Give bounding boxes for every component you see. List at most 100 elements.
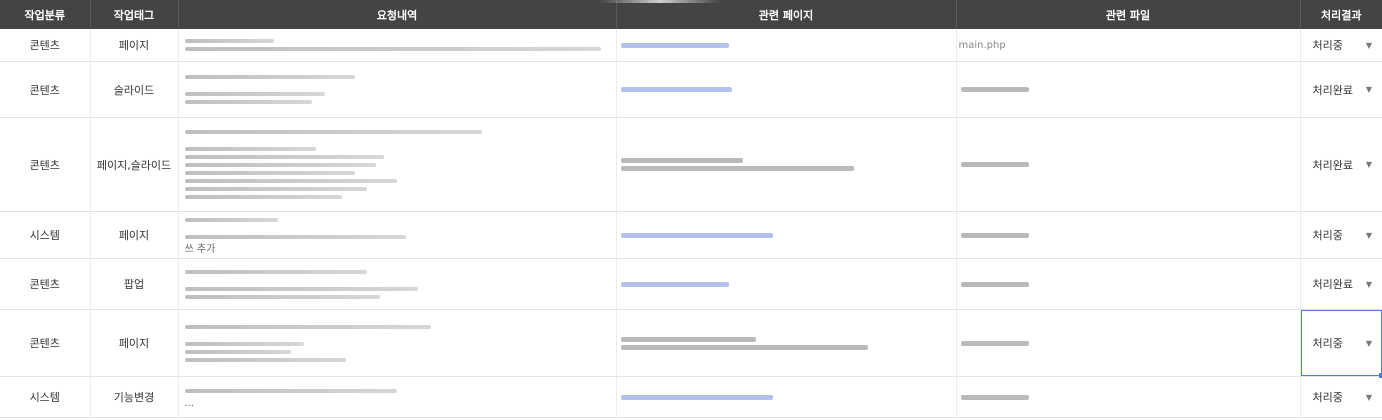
blurred-text-line xyxy=(184,130,482,134)
result-value: 처리중 xyxy=(1312,39,1343,52)
cell-category: 시스템 xyxy=(0,211,91,259)
cell-result[interactable]: 처리중 ▼ xyxy=(1300,309,1382,378)
chevron-down-icon[interactable]: ▼ xyxy=(1366,41,1372,50)
cell-page[interactable] xyxy=(616,29,957,62)
file-name[interactable]: main.php xyxy=(957,40,1300,51)
cell-page[interactable] xyxy=(616,61,957,118)
blurred-text-line xyxy=(184,187,368,191)
blurred-text-line xyxy=(184,195,342,199)
page-link[interactable] xyxy=(620,394,774,400)
table-row[interactable]: 시스템 기능변경... 처리중 ▼ xyxy=(0,376,1382,418)
cell-result[interactable]: 처리중 ▼ xyxy=(1300,211,1382,259)
task-table-view: 작업분류 작업태그 요청내역 관련 페이지 관련 파일 처리결과 콘텐츠 페이지 m… xyxy=(0,0,1382,420)
header-result[interactable]: 처리결과 xyxy=(1300,0,1382,29)
cell-tag: 팝업 xyxy=(90,258,179,310)
cell-page[interactable] xyxy=(616,258,957,310)
table-row[interactable]: 콘텐츠 페이지 main.php 처리중 ▼ xyxy=(0,29,1382,62)
cell-page[interactable] xyxy=(616,117,957,212)
request-text: 쓰 추가 xyxy=(184,244,216,255)
cell-page[interactable] xyxy=(616,376,957,418)
cell-file[interactable] xyxy=(956,309,1301,377)
page-link[interactable] xyxy=(620,344,868,350)
blurred-text-line xyxy=(184,171,355,175)
cell-tag: 기능변경 xyxy=(90,376,179,418)
header-page[interactable]: 관련 페이지 xyxy=(616,0,957,29)
blurred-text-line xyxy=(184,235,406,239)
result-value: 처리완료 xyxy=(1312,158,1353,172)
cell-result[interactable]: 처리완료 ▼ xyxy=(1300,258,1382,310)
page-link[interactable] xyxy=(620,281,729,287)
result-dropdown[interactable]: 처리완료 ▼ xyxy=(1301,118,1382,211)
cell-request: ... xyxy=(178,376,617,418)
cell-tag: 페이지 xyxy=(90,211,179,259)
blurred-text-line xyxy=(184,269,368,274)
cell-category: 콘텐츠 xyxy=(0,258,91,310)
cell-file[interactable] xyxy=(956,376,1301,418)
blurred-text-line xyxy=(184,341,304,346)
page-link[interactable] xyxy=(620,42,729,48)
page-link[interactable] xyxy=(620,336,757,342)
table-row[interactable]: 콘텐츠 팝업 처리완료 ▼ xyxy=(0,258,1382,310)
page-link[interactable] xyxy=(620,232,774,238)
blurred-text-line xyxy=(184,163,376,167)
page-link[interactable] xyxy=(620,166,855,171)
table-row[interactable]: 콘텐츠 슬라이드 처리완료 ▼ xyxy=(0,61,1382,118)
cell-result[interactable]: 처리완료 ▼ xyxy=(1300,117,1382,212)
blurred-text-line xyxy=(184,147,317,151)
task-table: 작업분류 작업태그 요청내역 관련 페이지 관련 파일 처리결과 콘텐츠 페이지 m… xyxy=(0,0,1382,418)
result-value: 처리완료 xyxy=(1312,83,1353,97)
cell-file[interactable] xyxy=(956,61,1301,118)
chevron-down-icon[interactable]: ▼ xyxy=(1366,160,1372,169)
result-dropdown[interactable]: 처리중 ▼ xyxy=(1300,310,1382,378)
file-name[interactable] xyxy=(960,162,1030,167)
cell-request xyxy=(178,309,617,377)
result-dropdown[interactable]: 처리완료 ▼ xyxy=(1301,62,1382,117)
file-name[interactable] xyxy=(960,281,1030,287)
blurred-text-line xyxy=(184,294,380,299)
cell-request: 쓰 추가 xyxy=(178,211,617,259)
cell-page[interactable] xyxy=(616,211,957,259)
file-name[interactable] xyxy=(960,232,1030,238)
header-category[interactable]: 작업분류 xyxy=(0,0,91,29)
header-file[interactable]: 관련 파일 xyxy=(956,0,1301,29)
header-tag[interactable]: 작업태그 xyxy=(90,0,179,29)
blurred-text-line xyxy=(184,75,355,79)
result-value: 처리중 xyxy=(1312,391,1343,404)
page-link[interactable] xyxy=(620,158,743,163)
file-name[interactable] xyxy=(960,340,1030,346)
page-link[interactable] xyxy=(620,87,733,92)
cell-result[interactable]: 처리완료 ▼ xyxy=(1300,61,1382,118)
cell-page[interactable] xyxy=(616,309,957,377)
table-row[interactable]: 콘텐츠 페이지 처리중 ▼ xyxy=(0,309,1382,378)
cell-request xyxy=(178,258,617,310)
chevron-down-icon[interactable]: ▼ xyxy=(1366,85,1372,94)
cell-file[interactable] xyxy=(956,117,1301,212)
chevron-down-icon[interactable]: ▼ xyxy=(1366,280,1372,289)
cell-category: 시스템 xyxy=(0,376,91,418)
cell-request xyxy=(178,61,617,118)
result-dropdown[interactable]: 처리중 ▼ xyxy=(1301,29,1382,61)
file-name[interactable] xyxy=(960,87,1030,92)
cell-result[interactable]: 처리중 ▼ xyxy=(1300,29,1382,62)
table-body: 콘텐츠 페이지 main.php 처리중 ▼ 콘텐츠 슬라이드 처리완료 ▼ 콘텐츠 페이지,슬라이… xyxy=(0,29,1382,418)
table-row[interactable]: 콘텐츠 페이지,슬라이드 처리완료 ▼ xyxy=(0,117,1382,212)
cell-file[interactable] xyxy=(956,258,1301,310)
chevron-down-icon[interactable]: ▼ xyxy=(1366,393,1372,402)
chevron-down-icon[interactable]: ▼ xyxy=(1366,231,1372,240)
cell-category: 콘텐츠 xyxy=(0,61,91,118)
table-header-row: 작업분류 작업태그 요청내역 관련 페이지 관련 파일 처리결과 xyxy=(0,0,1382,29)
cell-file[interactable]: main.php xyxy=(956,29,1301,62)
blurred-text-line xyxy=(184,349,291,354)
result-value: 처리완료 xyxy=(1312,278,1353,291)
table-row[interactable]: 시스템 페이지쓰 추가 처리중 ▼ xyxy=(0,211,1382,259)
chevron-down-icon[interactable]: ▼ xyxy=(1366,339,1372,348)
file-name[interactable] xyxy=(960,394,1030,400)
cell-result[interactable]: 처리중 ▼ xyxy=(1300,376,1382,418)
result-dropdown[interactable]: 처리중 ▼ xyxy=(1301,212,1382,258)
result-dropdown[interactable]: 처리완료 ▼ xyxy=(1301,259,1382,309)
cell-file[interactable] xyxy=(956,211,1301,259)
blurred-text-line xyxy=(184,47,601,51)
header-request[interactable]: 요청내역 xyxy=(178,0,617,29)
result-dropdown[interactable]: 처리중 ▼ xyxy=(1301,377,1382,417)
cell-tag: 페이지 xyxy=(90,29,179,62)
